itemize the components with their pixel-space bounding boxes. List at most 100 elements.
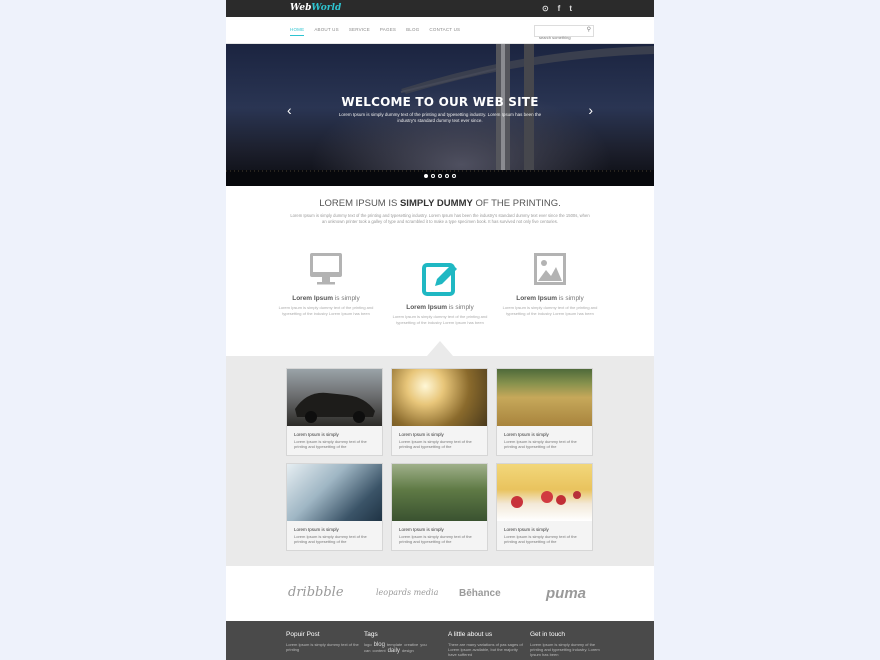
tag-cloud: logo blog template creative you can content da… <box>364 642 440 654</box>
footer: Popuir Post Lorem Ipsum is simply dummy … <box>226 621 654 660</box>
card-text: Lorem Ipsum is simply dummy text of the … <box>399 439 472 449</box>
leopards-media-logo[interactable]: leopards media <box>376 588 438 597</box>
search-box: ⚲ <box>534 25 594 42</box>
card-text: Lorem Ipsum is simply dummy text of the … <box>504 534 577 544</box>
card-title: Lorem Ipsum is simply <box>294 432 339 437</box>
gallery-card[interactable]: Lorem Ipsum is simply Lorem Ipsum is sim… <box>286 368 383 456</box>
tag-link[interactable]: content <box>372 648 385 653</box>
section-pointer <box>427 341 453 356</box>
twitter-icon[interactable]: t <box>569 4 572 13</box>
intro-text: Lorem Ipsum is simply dummy text of the … <box>290 213 590 224</box>
gallery-card[interactable]: Lorem Ipsum is simply Lorem Ipsum is sim… <box>496 463 593 551</box>
tag-link[interactable]: daily <box>388 648 400 654</box>
search-input[interactable] <box>535 33 583 42</box>
gallery-card[interactable]: Lorem Ipsum is simply Lorem Ipsum is sim… <box>391 463 488 551</box>
hero-text: Lorem Ipsum is simply dummy text of the … <box>338 112 542 123</box>
slider-dot[interactable] <box>431 174 435 178</box>
intro-title-post: OF THE PRINTING. <box>472 198 561 209</box>
card-title: Lorem Ipsum is simply <box>504 432 549 437</box>
rss-icon[interactable]: ⊙ <box>542 4 549 13</box>
gallery-card[interactable]: Lorem Ipsum is simply Lorem Ipsum is sim… <box>286 463 383 551</box>
footer-heading: Popuir Post <box>286 631 320 638</box>
footer-heading: Tags <box>364 631 378 638</box>
logo[interactable]: WebWorld <box>290 3 341 13</box>
gallery-card[interactable]: Lorem Ipsum is simply Lorem Ipsum is sim… <box>496 368 593 456</box>
card-image-blurred <box>287 464 382 521</box>
edit-icon <box>422 263 457 296</box>
footer-text: Lorem Ipsum is simply dummy text of the … <box>286 642 359 652</box>
logo-part1: Web <box>290 3 312 13</box>
card-image-sunlit-field <box>392 369 487 426</box>
intro-title: LOREM IPSUM IS SIMPLY DUMMY OF THE PRINT… <box>226 198 654 209</box>
feature-text: Lorem Ipsum is simply dummy text of the … <box>278 305 374 316</box>
card-text: Lorem Ipsum is simply dummy text of the … <box>294 439 367 449</box>
card-title: Lorem Ipsum is simply <box>399 432 444 437</box>
feature-title-rest: is simply <box>447 304 474 311</box>
nav-item-blog[interactable]: BLOG <box>406 27 419 36</box>
intro-title-pre: LOREM IPSUM IS <box>319 198 400 209</box>
nav-item-pages[interactable]: PAGES <box>380 27 396 36</box>
footer-about: A little about us There are many variati… <box>448 631 524 657</box>
nav-item-home[interactable]: HOME <box>290 27 305 36</box>
nav-item-service[interactable]: SERVICE <box>349 27 370 36</box>
intro-title-bold: SIMPLY DUMMY <box>399 198 473 209</box>
card-text: Lorem Ipsum is simply dummy text of the … <box>294 534 367 544</box>
footer-tags: Tags logo blog template creative you can cont… <box>364 631 440 654</box>
feature-title-bold: Lorem Ipsum <box>292 295 334 302</box>
card-text: Lorem Ipsum is simply dummy text of the … <box>399 534 472 544</box>
social-links: ⊙ f t <box>542 4 572 13</box>
slider-dot[interactable] <box>438 174 442 178</box>
slider-dot[interactable] <box>452 174 456 178</box>
card-title: Lorem Ipsum is simply <box>504 527 549 532</box>
tag-link[interactable]: creative <box>404 642 418 647</box>
footer-text: There are many variations of pas sages o… <box>448 642 523 657</box>
nav-item-about-us[interactable]: ABOUT US <box>314 27 339 36</box>
top-bar: WebWorld ⊙ f t <box>226 0 654 17</box>
footer-heading: Get in touch <box>530 631 566 638</box>
behance-logo[interactable]: Bēhance <box>459 588 501 599</box>
feature-title-bold: Lorem Ipsum <box>406 304 448 311</box>
puma-logo[interactable]: puma <box>546 585 586 602</box>
tag-link[interactable]: template <box>387 642 402 647</box>
card-image-wheat <box>497 369 592 426</box>
main-nav: HOME ABOUT US SERVICE PAGES BLOG CONTACT… <box>290 27 460 36</box>
footer-text: Lorem Ipsum is simply dummy of the print… <box>530 642 600 657</box>
nav-bar: HOME ABOUT US SERVICE PAGES BLOG CONTACT… <box>226 17 654 44</box>
slider-dots <box>226 174 654 178</box>
feature-monitor: Lorem Ipsum is simply Lorem Ipsum is sim… <box>278 251 374 316</box>
nav-item-contact-us[interactable]: CONTACT US <box>429 27 460 36</box>
intro-section: LOREM IPSUM IS SIMPLY DUMMY OF THE PRINT… <box>226 198 654 225</box>
card-image-car <box>287 369 382 426</box>
footer-contact: Get in touch Lorem Ipsum is simply dummy… <box>530 631 606 657</box>
feature-title-rest: is simply <box>333 295 360 302</box>
feature-image: Lorem Ipsum is simply Lorem Ipsum is sim… <box>502 251 598 316</box>
slider-dot[interactable] <box>445 174 449 178</box>
page: WebWorld ⊙ f t HOME ABOUT US SERVICE PAG… <box>226 0 654 660</box>
feature-edit: Lorem Ipsum is simply Lorem Ipsum is sim… <box>392 260 488 325</box>
facebook-icon[interactable]: f <box>558 4 561 13</box>
hero-slider: ‹ › WELCOME TO OUR WEB SITE Lorem Ipsum … <box>226 44 654 186</box>
feature-title: Lorem Ipsum is simply <box>502 295 598 302</box>
feature-text: Lorem Ipsum is simply dummy text of the … <box>392 314 488 325</box>
card-title: Lorem Ipsum is simply <box>294 527 339 532</box>
gallery-card[interactable]: Lorem Ipsum is simply Lorem Ipsum is sim… <box>391 368 488 456</box>
tag-link[interactable]: design <box>402 648 414 653</box>
feature-title: Lorem Ipsum is simply <box>392 304 488 311</box>
card-image-raspberries <box>497 464 592 521</box>
search-icon[interactable]: ⚲ <box>587 26 591 33</box>
feature-text: Lorem Ipsum is simply dummy text of the … <box>502 305 598 316</box>
footer-heading: A little about us <box>448 631 493 638</box>
card-image-green-wheat <box>392 464 487 521</box>
card-text: Lorem Ipsum is simply dummy text of the … <box>504 439 577 449</box>
feature-title-rest: is simply <box>557 295 584 302</box>
card-title: Lorem Ipsum is simply <box>399 527 444 532</box>
logo-part2: World <box>311 3 342 13</box>
dribbble-logo[interactable]: dribbble <box>288 585 344 600</box>
tag-link[interactable]: logo <box>364 642 372 647</box>
image-icon <box>534 253 566 285</box>
feature-title-bold: Lorem Ipsum <box>516 295 558 302</box>
feature-title: Lorem Ipsum is simply <box>278 295 374 302</box>
footer-popular-posts: Popuir Post Lorem Ipsum is simply dummy … <box>286 631 362 652</box>
slider-dot[interactable] <box>424 174 428 178</box>
monitor-icon <box>310 253 342 285</box>
